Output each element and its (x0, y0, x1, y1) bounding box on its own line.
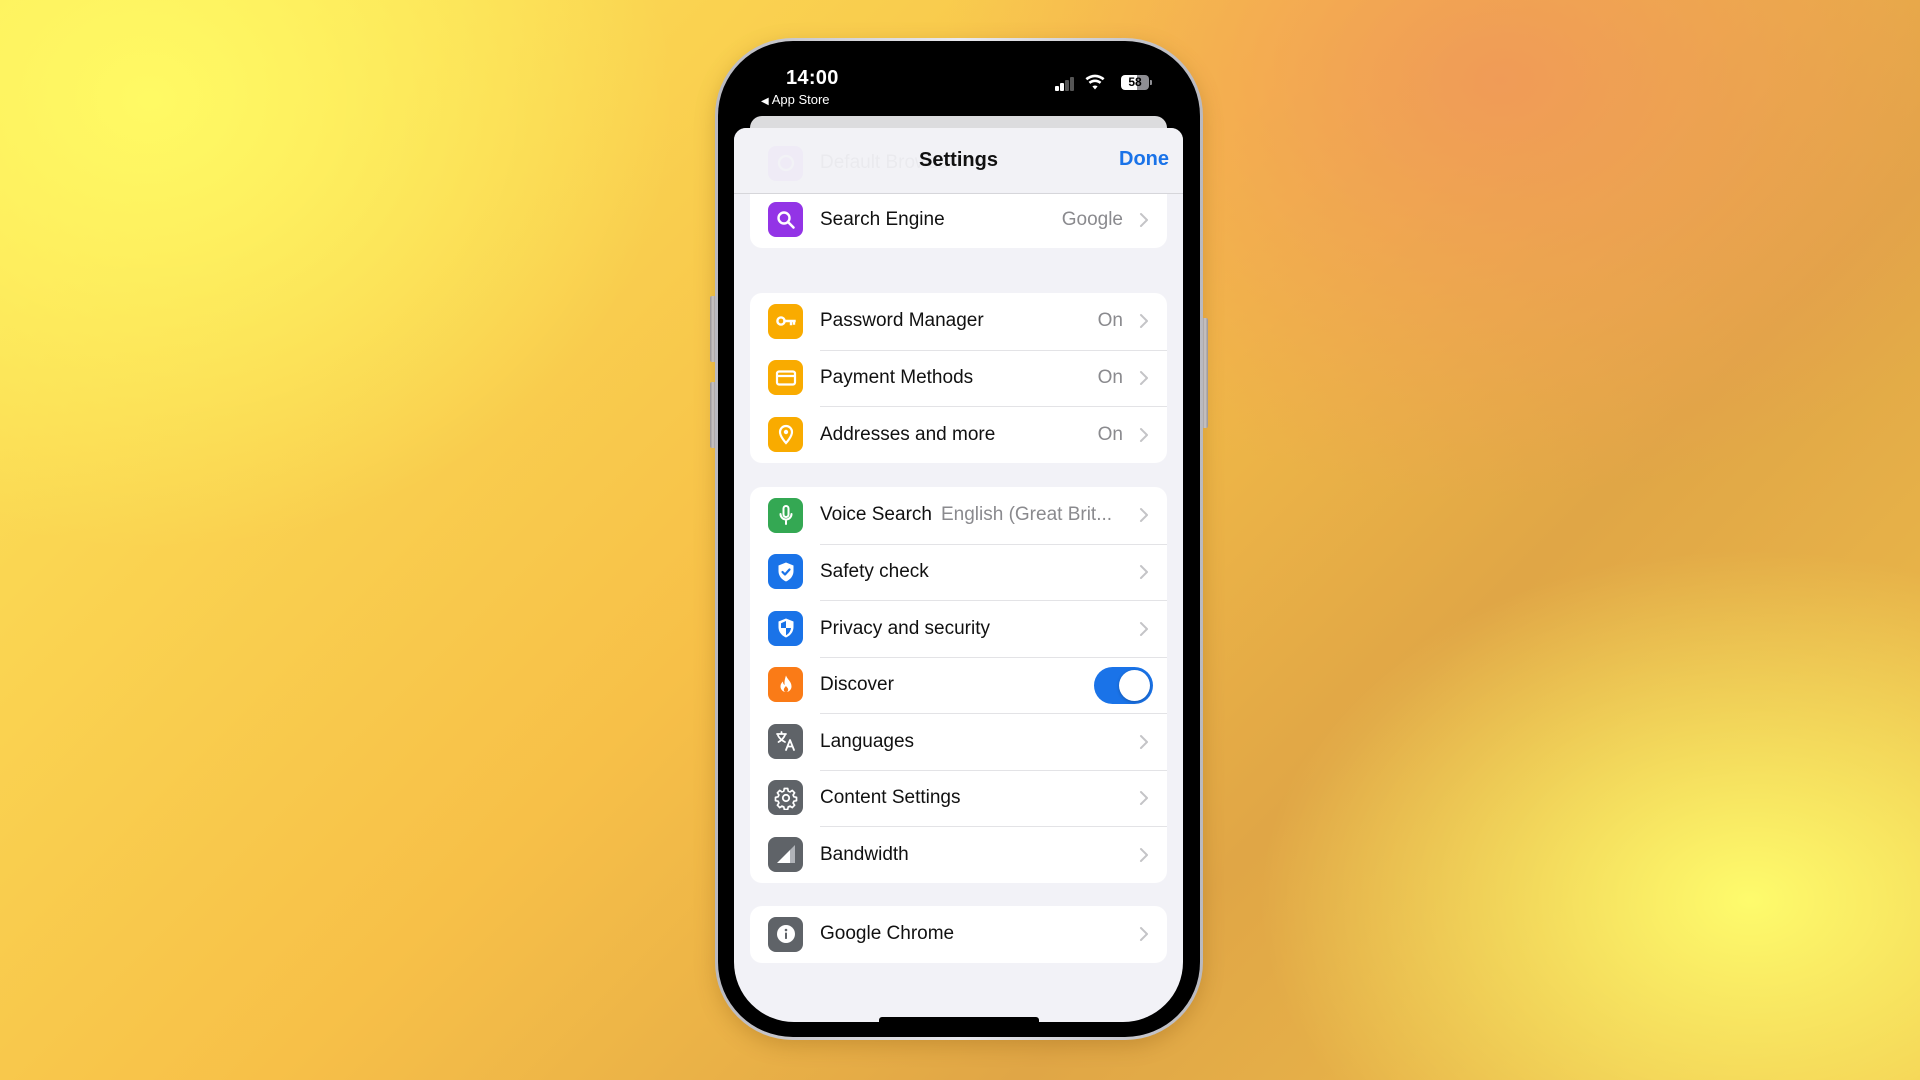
row-value: English (Great Brit... (940, 504, 1113, 526)
back-triangle-icon: ◀ (761, 96, 769, 107)
row-password-manager[interactable]: Password Manager On (750, 293, 1167, 350)
chevron-right-icon (1139, 427, 1149, 443)
chevron-right-icon (1139, 564, 1149, 580)
phone-bezel: 14:00 ◀ App Store 58 Settings Done Searc… (718, 41, 1200, 1037)
chevron-right-icon (1139, 847, 1149, 863)
row-label: Privacy and security (820, 617, 991, 639)
chevron-right-icon (1139, 621, 1149, 637)
credit-card-icon (768, 360, 803, 396)
cellular-signal-icon (1055, 77, 1075, 91)
row-value: On (1097, 367, 1123, 389)
status-bar: 14:00 ◀ App Store 58 (734, 55, 1183, 115)
back-to-app-link[interactable]: ◀ App Store (761, 92, 830, 107)
row-label: Safety check (820, 561, 929, 583)
done-button[interactable]: Done (1119, 148, 1169, 171)
gear-icon (768, 780, 803, 816)
home-indicator[interactable] (879, 1017, 1039, 1022)
row-bandwidth[interactable]: Bandwidth (750, 826, 1167, 883)
row-label: Voice Search (820, 504, 932, 526)
location-pin-icon (768, 416, 803, 452)
settings-sheet: Settings Done Default Browser (734, 128, 1183, 1022)
row-value: Google (1061, 209, 1123, 231)
row-label: Bandwidth (820, 843, 909, 865)
search-icon (768, 202, 803, 238)
key-icon (768, 303, 803, 339)
row-safety-check[interactable]: Safety check (750, 543, 1167, 601)
chevron-right-icon (1139, 370, 1149, 386)
toggle-knob (1119, 669, 1150, 701)
row-discover: Discover (750, 656, 1167, 714)
chevron-right-icon (1139, 734, 1149, 750)
chevron-right-icon (1139, 313, 1149, 329)
page-title: Settings (919, 149, 998, 171)
settings-group-about: Google Chrome (750, 906, 1167, 963)
row-value: On (1097, 423, 1123, 445)
shield-check-icon (768, 554, 803, 590)
row-google-chrome[interactable]: Google Chrome (750, 906, 1167, 963)
nav-bar: Settings Done (734, 128, 1183, 194)
flame-icon (768, 667, 803, 703)
signal-bandwidth-icon (768, 836, 803, 872)
row-languages[interactable]: Languages (750, 713, 1167, 770)
row-label: Search Engine (820, 209, 945, 231)
back-app-label: App Store (771, 92, 830, 107)
chevron-right-icon (1139, 926, 1149, 942)
chevron-right-icon (1139, 212, 1149, 228)
phone-screen: 14:00 ◀ App Store 58 Settings Done Searc… (734, 55, 1183, 1022)
row-addresses[interactable]: Addresses and more On (750, 406, 1167, 463)
discover-toggle[interactable] (1094, 666, 1153, 704)
chevron-right-icon (1139, 790, 1149, 806)
row-label: Content Settings (820, 787, 961, 809)
settings-group-general: Voice Search English (Great Brit... Safe… (750, 487, 1167, 883)
status-time: 14:00 (786, 67, 839, 89)
battery-icon: 58 (1121, 75, 1152, 90)
row-privacy-security[interactable]: Privacy and security (750, 600, 1167, 657)
row-value: On (1097, 310, 1123, 332)
row-label: Google Chrome (820, 923, 955, 945)
microphone-icon (768, 497, 803, 533)
chevron-right-icon (1139, 507, 1149, 523)
row-label: Languages (820, 730, 915, 752)
info-icon (768, 916, 803, 952)
wifi-icon (1085, 74, 1105, 90)
row-voice-search[interactable]: Voice Search English (Great Brit... (750, 487, 1167, 544)
row-label: Password Manager (820, 310, 984, 332)
row-label: Addresses and more (820, 423, 996, 445)
translate-icon (768, 723, 803, 759)
row-payment-methods[interactable]: Payment Methods On (750, 349, 1167, 407)
row-label: Payment Methods (820, 367, 974, 389)
settings-group-autofill: Password Manager On Payment Methods On A… (750, 293, 1167, 463)
row-search-engine[interactable]: Search Engine Google (750, 191, 1167, 249)
shield-icon (768, 610, 803, 646)
phone-frame: 14:00 ◀ App Store 58 Settings Done Searc… (715, 38, 1203, 1040)
row-label: Discover (820, 674, 894, 696)
row-content-settings[interactable]: Content Settings (750, 769, 1167, 827)
